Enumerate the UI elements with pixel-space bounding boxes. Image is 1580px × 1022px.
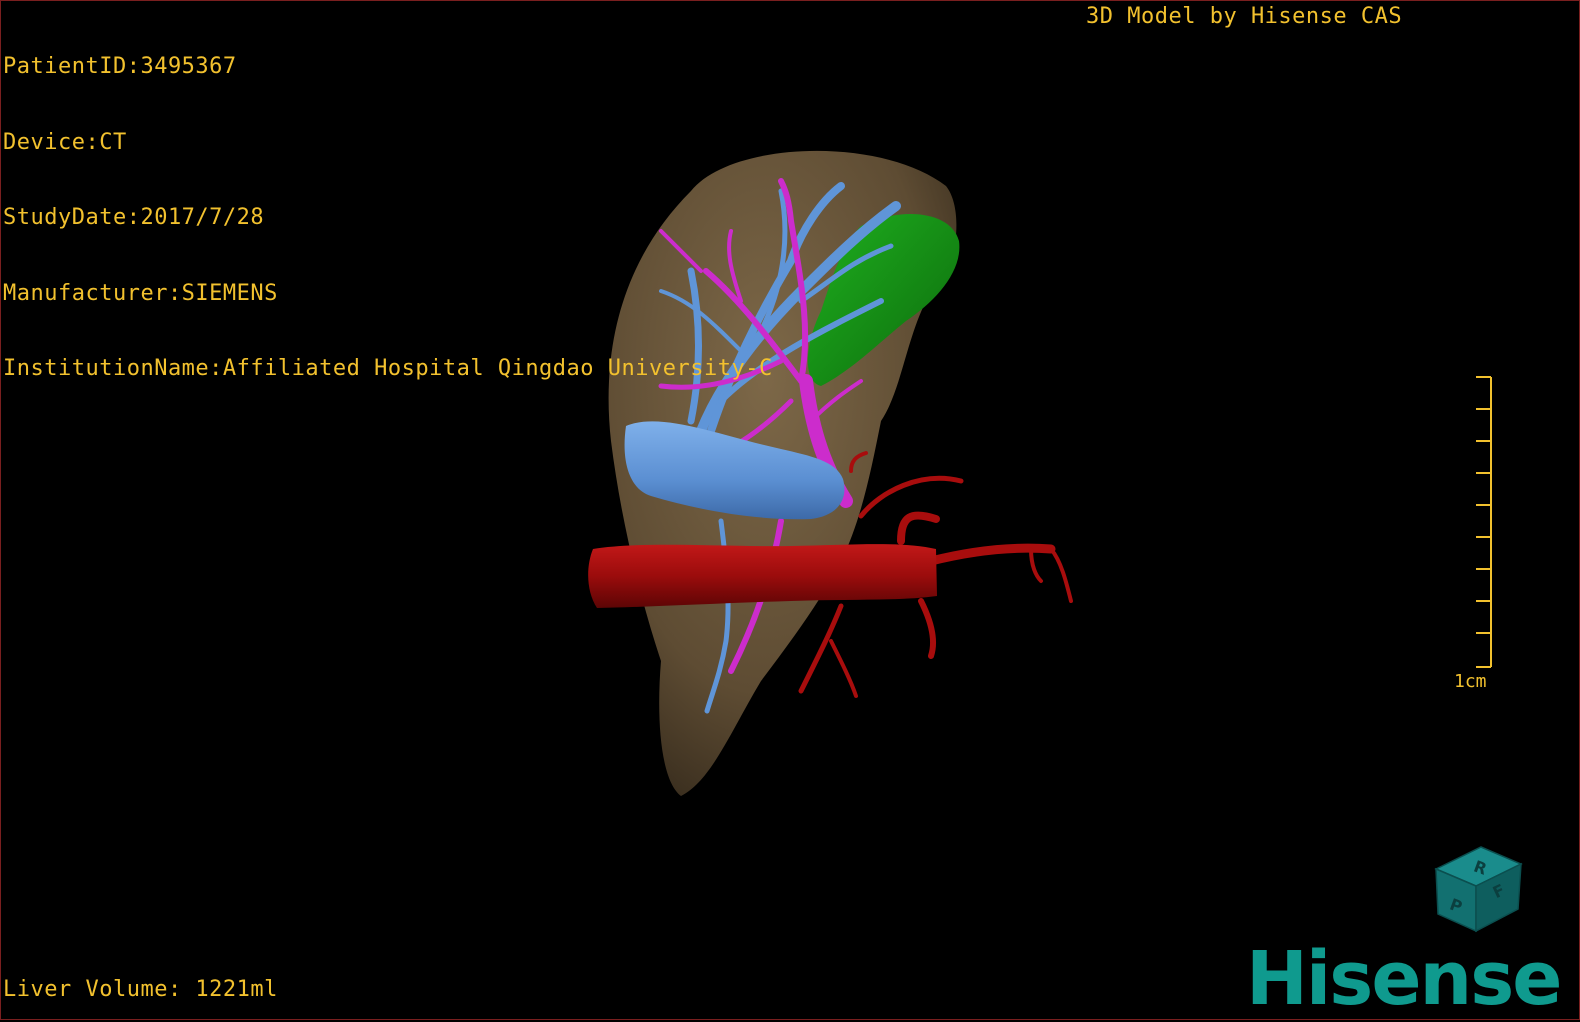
patient-id: PatientID:3495367 [3, 54, 237, 79]
orientation-cube-icon[interactable]: R F P [1426, 839, 1526, 939]
liver-volume: Liver Volume: 1221ml [3, 977, 278, 1002]
device: Device:CT [3, 129, 127, 155]
aorta [588, 544, 937, 608]
study-date: StudyDate:2017/7/28 [3, 205, 265, 230]
manufacturer: Manufacturer:SIEMENS [3, 280, 278, 306]
dicom-info-overlay: PatientID:3495367 Device:CT StudyDate:20… [3, 4, 773, 432]
scale-bar [1476, 376, 1492, 668]
hisense-logo: Hisense [1246, 936, 1562, 1022]
institution-name: InstitutionName:Affiliated Hospital Qing… [3, 356, 773, 381]
model-credit: 3D Model by Hisense CAS [1086, 4, 1403, 29]
scale-bar-label: 1cm [1454, 671, 1487, 692]
3d-viewport[interactable]: PatientID:3495367 Device:CT StudyDate:20… [0, 0, 1580, 1022]
